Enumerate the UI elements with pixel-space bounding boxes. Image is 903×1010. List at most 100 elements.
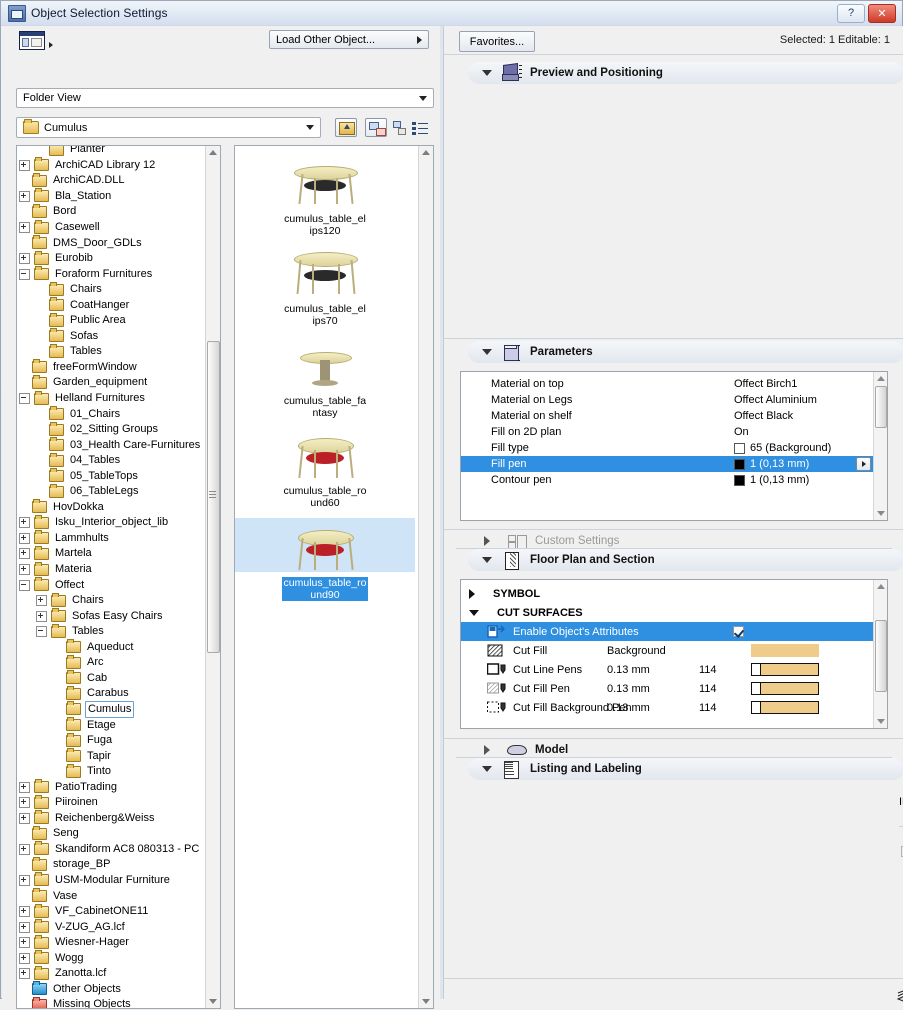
tree-item[interactable]: Eurobib	[17, 250, 206, 267]
tree-item[interactable]: Garden_equipment	[17, 374, 206, 391]
favorites-button[interactable]: Favorites...	[459, 31, 535, 52]
tree-item[interactable]: Sofas Easy Chairs	[17, 608, 206, 624]
object-thumbnail-list[interactable]: cumulus_table_elips120 cumulus_table_elip…	[234, 145, 434, 1009]
scroll-down-icon[interactable]	[422, 999, 430, 1004]
tree-item[interactable]: Etage	[17, 717, 206, 733]
parameter-row[interactable]: Material on Legs Offect Aluminium	[461, 392, 874, 408]
expand-icon[interactable]	[19, 548, 30, 560]
scroll-up-icon[interactable]	[209, 150, 217, 155]
small-icons-icon[interactable]	[390, 118, 408, 137]
object-thumbnail[interactable]: cumulus_table_fantasy	[235, 336, 415, 419]
pen-color-swatch[interactable]	[751, 701, 819, 714]
tree-item[interactable]: HovDokka	[17, 499, 206, 516]
tree-item[interactable]: PatioTrading	[17, 779, 206, 795]
tree-item[interactable]: Wogg	[17, 950, 206, 966]
tree-item[interactable]: Zanotta.lcf	[17, 965, 206, 982]
expand-icon[interactable]	[19, 517, 30, 529]
expand-icon[interactable]	[19, 159, 30, 171]
chevron-right-icon[interactable]	[469, 588, 475, 599]
scroll-up-icon[interactable]	[422, 150, 430, 155]
tree-item[interactable]: Reichenberg&Weiss	[17, 810, 206, 827]
expand-icon[interactable]	[19, 222, 30, 233]
expand-icon[interactable]	[19, 843, 30, 855]
tree-item[interactable]: CoatHanger	[17, 297, 206, 313]
tree-item[interactable]: Materia	[17, 561, 206, 578]
parameter-row[interactable]: Fill type 65 (Background)	[461, 440, 874, 456]
close-button[interactable]: ✕	[868, 3, 896, 23]
chevron-down-icon[interactable]	[482, 766, 492, 772]
section-listing-and-labeling[interactable]: Listing and Labeling	[468, 758, 903, 780]
floor-plan-row[interactable]: Cut Line Pens 0.13 mm 114	[461, 660, 874, 679]
tree-item[interactable]: Casewell	[17, 219, 206, 236]
tree-item[interactable]: Piiroinen	[17, 794, 206, 811]
tree-item[interactable]: Bla_Station	[17, 188, 206, 205]
collapse-icon[interactable]	[19, 579, 30, 591]
chevron-down-icon[interactable]	[482, 557, 492, 563]
scroll-up-icon[interactable]	[876, 376, 885, 381]
tree-item[interactable]: Bord	[17, 203, 206, 220]
pen-color-swatch[interactable]	[751, 682, 819, 695]
tree-item[interactable]: Tinto	[17, 763, 206, 780]
scroll-down-icon[interactable]	[209, 999, 217, 1004]
expand-icon[interactable]	[19, 190, 30, 202]
expand-icon[interactable]	[19, 781, 30, 793]
chevron-right-icon[interactable]	[484, 536, 495, 546]
floor-plan-row[interactable]: Enable Object's Attributes	[461, 622, 874, 641]
collapse-icon[interactable]	[36, 626, 47, 638]
expand-icon[interactable]	[19, 812, 30, 824]
tree-item[interactable]: Helland Furnitures	[17, 390, 206, 407]
tree-item[interactable]: 06_TableLegs	[17, 483, 206, 500]
tree-view-icon[interactable]	[365, 118, 387, 137]
object-thumbnail[interactable]: cumulus_table_round90	[235, 518, 415, 601]
tree-item[interactable]: Tables	[17, 623, 206, 640]
tree-item[interactable]: VF_CabinetONE11	[17, 903, 206, 920]
tree-item[interactable]: Planter	[17, 146, 206, 158]
up-one-folder-icon[interactable]	[335, 118, 357, 137]
scroll-down-icon[interactable]	[876, 719, 885, 724]
floor-plan-row[interactable]: Cut Fill Background	[461, 641, 874, 660]
collapse-icon[interactable]	[19, 393, 30, 405]
parameter-row[interactable]: Material on top Offect Birch1	[461, 376, 874, 392]
object-thumbnail[interactable]: cumulus_table_elips120	[235, 154, 415, 237]
tree-item[interactable]: Cumulus	[17, 700, 206, 718]
scroll-down-icon[interactable]	[876, 511, 885, 516]
section-parameters[interactable]: Parameters	[468, 341, 903, 363]
expand-icon[interactable]	[19, 532, 30, 544]
expand-icon[interactable]	[19, 906, 30, 918]
chevron-down-icon[interactable]	[482, 349, 492, 355]
expand-icon[interactable]	[19, 952, 30, 964]
floor-plan-row[interactable]: Cut Fill Pen 0.13 mm 114	[461, 679, 874, 698]
tree-item[interactable]: ArchiCAD Library 12	[17, 157, 206, 174]
expand-icon[interactable]	[19, 564, 30, 576]
floor-plan-row[interactable]: Cut Fill Background Pen 0.13 mm 114	[461, 698, 874, 717]
tree-item[interactable]: storage_BP	[17, 856, 206, 873]
tree-item[interactable]: Offect	[17, 577, 206, 593]
chevron-down-icon[interactable]	[482, 70, 492, 76]
tree-item[interactable]: Cab	[17, 670, 206, 687]
load-other-object-button[interactable]: Load Other Object...	[269, 30, 429, 49]
parameter-row[interactable]: Material on shelf Offect Black	[461, 408, 874, 424]
library-tree-scrollbar[interactable]	[205, 146, 220, 1008]
tree-item[interactable]: 02_Sitting Groups	[17, 421, 206, 438]
expand-icon[interactable]	[19, 253, 30, 265]
tree-item[interactable]: Skandiform AC8 080313 - PC	[17, 841, 206, 858]
panel-layout-icon[interactable]	[19, 31, 45, 50]
tree-item[interactable]: Martela	[17, 545, 206, 562]
expand-icon[interactable]	[19, 921, 30, 933]
chevron-right-icon[interactable]	[484, 745, 495, 755]
parameter-row[interactable]: Fill on 2D plan On	[461, 424, 874, 440]
tree-item[interactable]: Lammhults	[17, 530, 206, 547]
parameter-popup-button[interactable]	[856, 457, 871, 471]
floor-plan-list[interactable]: SYMBOL CUT SURFACES Enable Object's Attrib…	[460, 579, 888, 729]
tree-item[interactable]: Public Area	[17, 312, 206, 329]
tree-item[interactable]: Other Objects	[17, 981, 206, 998]
scroll-up-icon[interactable]	[876, 584, 885, 589]
tree-item[interactable]: ArchiCAD.DLL	[17, 172, 206, 189]
tree-item[interactable]: 01_Chairs	[17, 406, 206, 422]
expand-icon[interactable]	[36, 595, 47, 607]
tree-item[interactable]: Sofas	[17, 328, 206, 345]
section-preview-and-positioning[interactable]: Preview and Positioning	[468, 62, 903, 84]
details-list-icon[interactable]	[409, 118, 431, 137]
help-button[interactable]: ?	[837, 3, 865, 23]
expand-icon[interactable]	[19, 937, 30, 949]
